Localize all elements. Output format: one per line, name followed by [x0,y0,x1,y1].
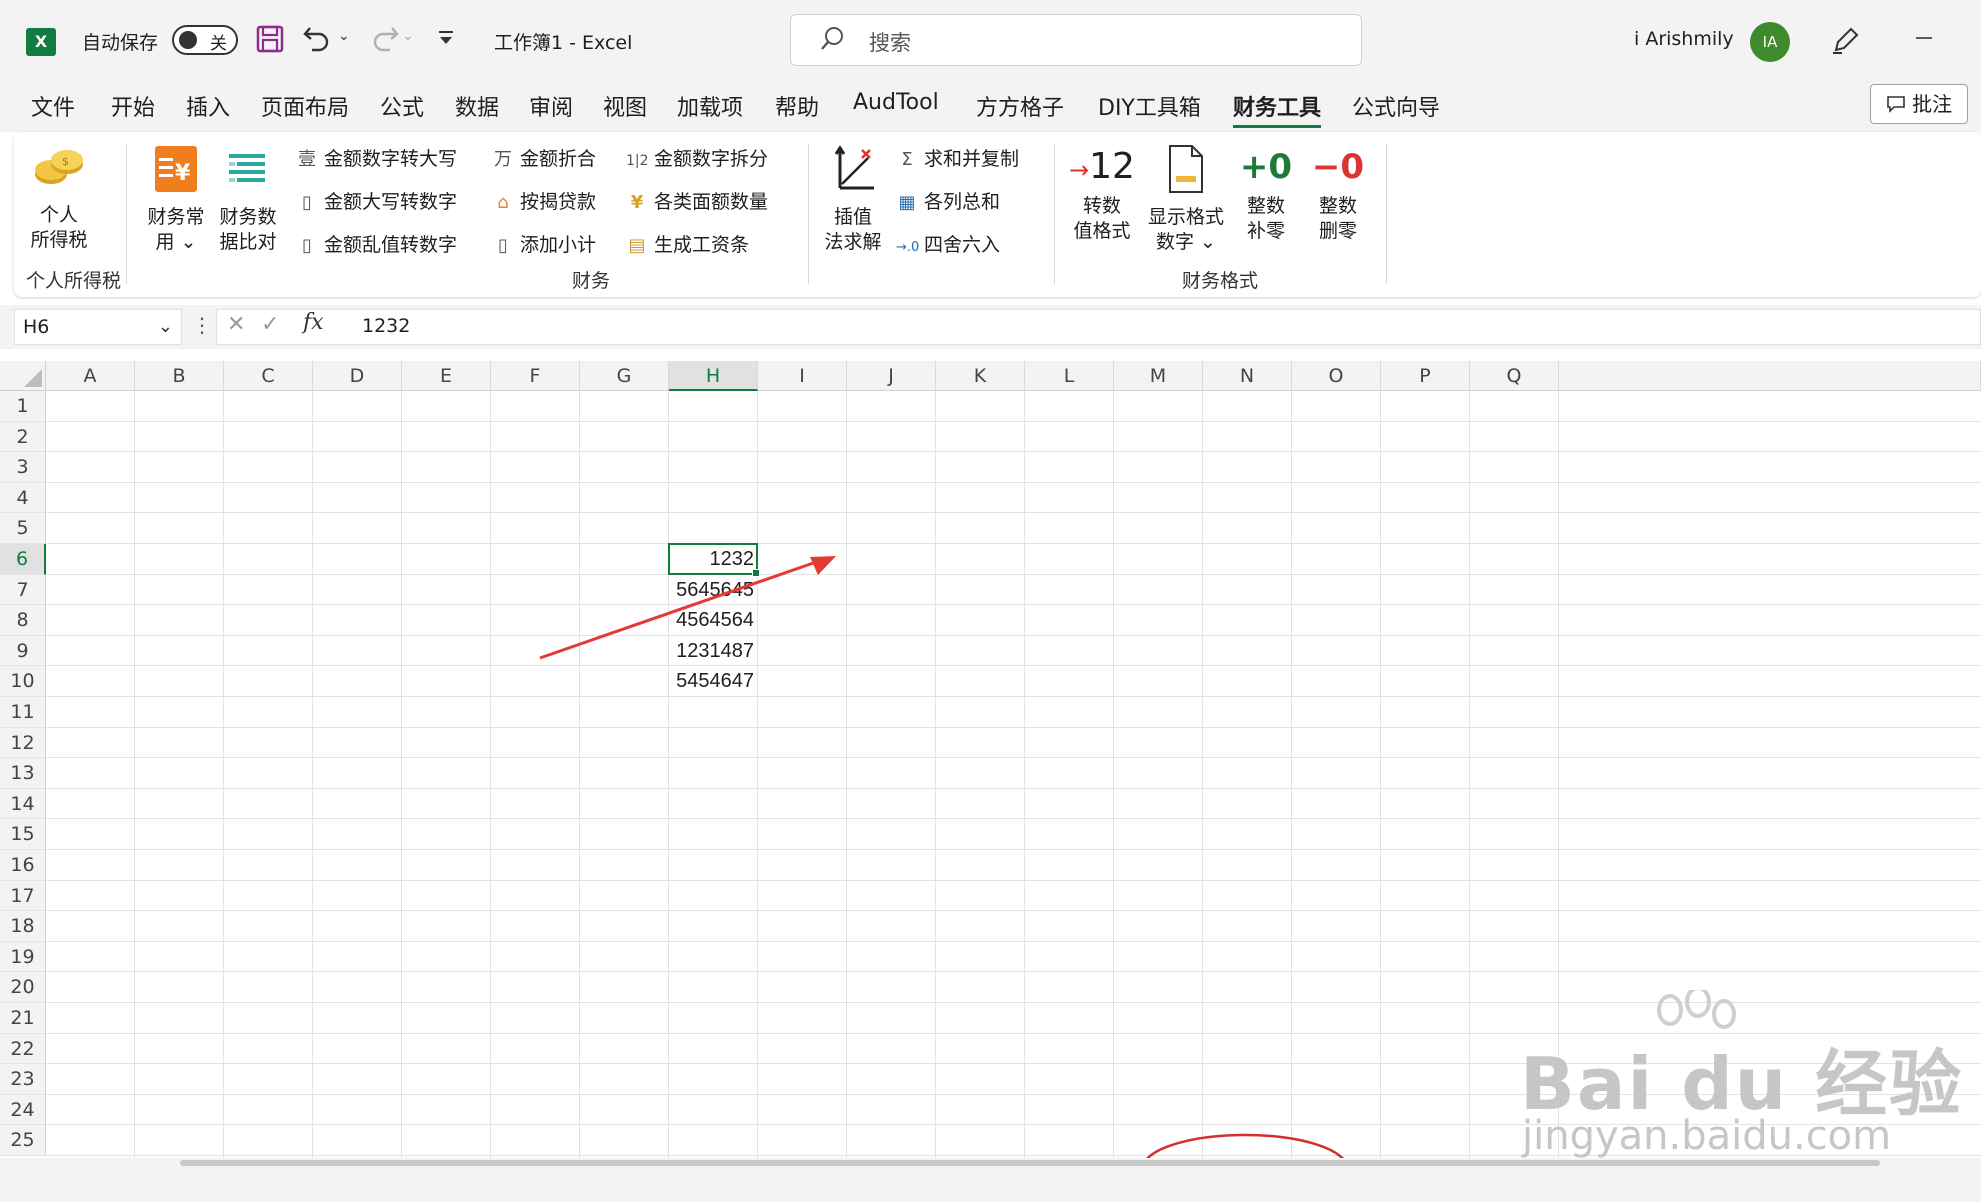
annotation-arrow [539,558,823,660]
annotation-arrow-head [810,556,836,575]
sheet-bottom-bar [0,1158,1981,1202]
baidu-watermark: Bai du 经验 jingyan.baidu.com [1520,1025,1963,1159]
watermark-url: jingyan.baidu.com [1522,1113,1892,1159]
horizontal-scrollbar[interactable] [180,1160,1880,1166]
